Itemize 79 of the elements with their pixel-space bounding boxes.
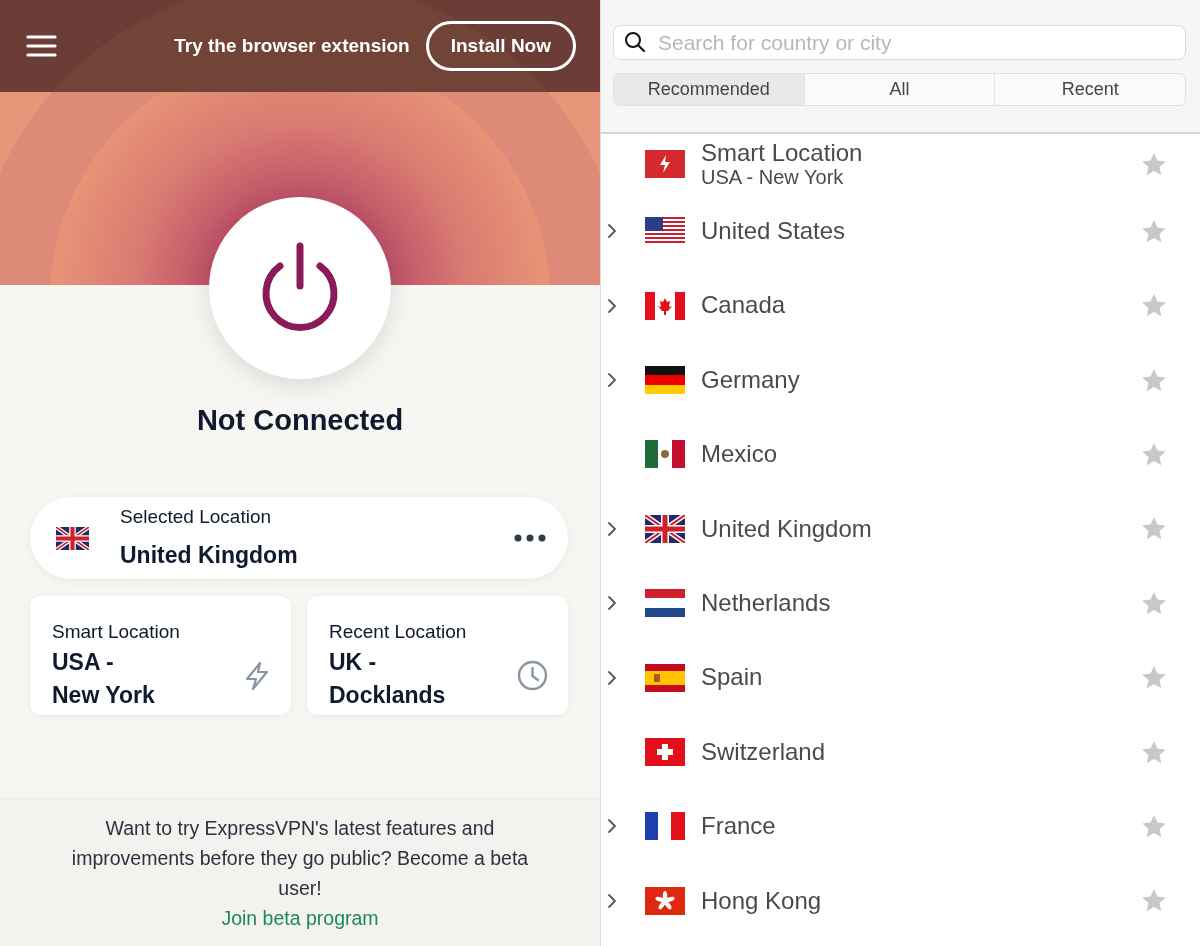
flag-icon: [645, 365, 685, 394]
search-icon: [624, 31, 646, 53]
location-row[interactable]: Spain: [601, 640, 1200, 715]
location-row[interactable]: United Kingdom: [601, 491, 1200, 566]
flag-icon: [645, 514, 685, 543]
chevron-icon[interactable]: [607, 595, 617, 612]
flag-icon: [645, 589, 685, 618]
card-label: Recent Location: [329, 619, 467, 644]
star-icon[interactable]: [1141, 888, 1167, 914]
star-icon[interactable]: [1141, 516, 1167, 542]
star-icon[interactable]: [1141, 151, 1167, 177]
location-name: Canada: [701, 292, 786, 319]
selected-location-card[interactable]: Selected Location United Kingdom: [30, 496, 568, 579]
location-name: Germany: [701, 366, 800, 394]
star-icon[interactable]: [1141, 813, 1167, 839]
chevron-icon[interactable]: [607, 520, 617, 537]
star-icon[interactable]: [1141, 739, 1167, 765]
location-name: France: [701, 813, 776, 840]
star-icon[interactable]: [1141, 367, 1167, 393]
location-name: Switzerland: [701, 738, 826, 766]
tab[interactable]: Recent: [995, 74, 1185, 105]
flag-icon: [56, 526, 89, 550]
location-name: United States: [701, 218, 846, 245]
location-name: United Kingdom: [120, 540, 298, 570]
chevron-icon[interactable]: [607, 297, 617, 314]
star-icon[interactable]: [1141, 442, 1167, 467]
card-location: UK -: [329, 648, 378, 677]
lightning-icon: [243, 660, 271, 691]
tab[interactable]: Recommended: [614, 74, 805, 105]
banner-text: Try the browser extension: [174, 33, 410, 58]
location-row[interactable]: Mexico: [601, 417, 1200, 492]
location-row[interactable]: United States: [601, 194, 1200, 269]
location-row[interactable]: Hong Kong: [601, 863, 1200, 938]
location-name: Smart Location: [701, 140, 863, 167]
search-field[interactable]: Search for country or city: [613, 25, 1186, 60]
flag-icon: [645, 663, 685, 692]
location-row[interactable]: Switzerland: [601, 714, 1200, 790]
connection-status: Not Connected: [195, 403, 405, 438]
star-icon[interactable]: [1141, 293, 1167, 319]
beta-message: Want to try ExpressVPN's latest features and improvements before they go public? Become a beta user!: [70, 816, 530, 902]
card-label: Smart Location: [52, 619, 180, 644]
location-row[interactable]: Netherlands: [601, 565, 1200, 641]
more-icon[interactable]: [514, 534, 546, 543]
location-detail: USA - New York: [701, 166, 845, 188]
flag-icon: [645, 886, 685, 915]
chevron-icon[interactable]: [607, 818, 617, 835]
star-icon[interactable]: [1141, 665, 1167, 691]
flag-icon: [645, 812, 685, 841]
location-name: United Kingdom: [701, 515, 872, 542]
tab[interactable]: All: [804, 74, 996, 105]
location-row[interactable]: Canada: [601, 268, 1200, 343]
location-name: Hong Kong: [701, 887, 822, 914]
location-name: Mexico: [701, 441, 778, 468]
join-beta-link[interactable]: Join beta program: [221, 906, 379, 929]
location-row[interactable]: France: [601, 789, 1200, 864]
flag-icon: [645, 150, 685, 178]
clock-icon: [517, 659, 548, 691]
smart-location-card[interactable]: Smart Location USA - New York: [30, 595, 291, 715]
location-label: Selected Location: [120, 505, 273, 529]
menu-icon[interactable]: [26, 35, 57, 57]
chevron-icon[interactable]: [607, 669, 617, 686]
chevron-icon[interactable]: [607, 371, 617, 388]
star-icon[interactable]: [1141, 218, 1167, 244]
flag-icon: [645, 440, 685, 469]
recent-location-card[interactable]: Recent Location UK - Docklands: [307, 595, 568, 715]
location-name: Spain: [701, 664, 763, 691]
location-row[interactable]: Germany: [601, 342, 1200, 418]
card-location: Docklands: [329, 681, 447, 711]
chevron-icon[interactable]: [607, 223, 617, 240]
flag-icon: [645, 291, 685, 320]
location-name: Netherlands: [701, 589, 831, 617]
star-icon[interactable]: [1141, 590, 1167, 616]
location-row[interactable]: Smart Location USA - New York: [601, 134, 1200, 194]
card-location: USA -: [52, 648, 115, 677]
flag-icon: [645, 217, 685, 246]
flag-icon: [645, 737, 685, 766]
install-now-button[interactable]: Install Now: [425, 20, 576, 72]
chevron-icon[interactable]: [607, 892, 617, 909]
card-location: New York: [52, 681, 156, 711]
